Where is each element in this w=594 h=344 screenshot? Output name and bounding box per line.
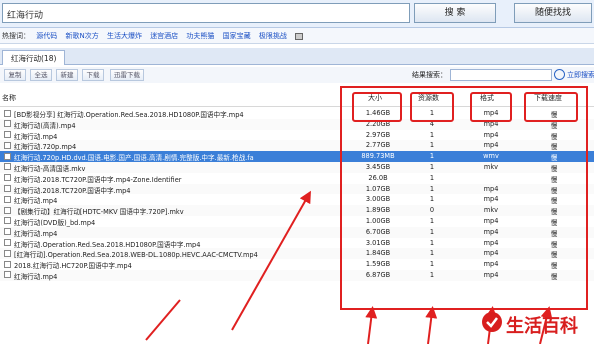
- column-header-name[interactable]: 名称: [2, 93, 16, 103]
- hot-word-link[interactable]: 生活大爆炸: [107, 32, 142, 40]
- row-checkbox[interactable]: [4, 206, 11, 214]
- file-name: [红海行动].Operation.Red.Sea.2018.WEB-DL.108…: [14, 251, 258, 260]
- hot-words-bar: 热搜词： 源代码 新歌N次方 生活大爆炸 迷宫酒店 功夫熊猫 国家宝藏 极限挑战: [0, 28, 594, 44]
- search-input[interactable]: 红海行动: [2, 3, 410, 23]
- row-checkbox[interactable]: [4, 217, 11, 225]
- row-checkbox[interactable]: [4, 141, 11, 149]
- row-checkbox[interactable]: [4, 239, 11, 247]
- row-checkbox[interactable]: [4, 109, 11, 117]
- row-checkbox[interactable]: [4, 195, 11, 203]
- row-checkbox[interactable]: [4, 174, 11, 182]
- file-name: 红海行动.2018.TC720P.国语中字.mp4-Zone.Identifie…: [14, 175, 182, 184]
- row-checkbox[interactable]: [4, 271, 11, 279]
- file-name: 红海行动(高清).mp4: [14, 121, 76, 130]
- file-name: 2018.红海行动.HC720P.国语中字.mp4: [14, 262, 132, 271]
- printer-icon[interactable]: [295, 32, 304, 40]
- file-name: 红海行动.mp4: [14, 272, 58, 281]
- app-window: 红海行动 搜 索 随便找找 热搜词： 源代码 新歌N次方 生活大爆炸 迷宫酒店 …: [0, 0, 594, 344]
- tab-results[interactable]: 红海行动(18): [2, 50, 66, 65]
- thunder-download-button[interactable]: 迅雷下载: [110, 69, 144, 81]
- hot-word-link[interactable]: 极限挑战: [259, 32, 287, 40]
- row-checkbox[interactable]: [4, 249, 11, 257]
- search-bar: 红海行动 搜 索 随便找找: [0, 0, 594, 28]
- hot-word-link[interactable]: 国家宝藏: [223, 32, 251, 40]
- file-name: 红海行动.mp4: [14, 132, 58, 141]
- arrow-to-name-column: [145, 299, 181, 341]
- hot-word-link[interactable]: 源代码: [36, 32, 57, 40]
- row-checkbox[interactable]: [4, 228, 11, 236]
- file-name: 红海行动.720p.mp4: [14, 143, 77, 152]
- tab-strip: 红海行动(18): [0, 48, 594, 65]
- highlight-data-columns: [340, 86, 588, 310]
- watermark-logo-icon: [482, 312, 502, 332]
- select-all-button[interactable]: 全选: [30, 69, 52, 81]
- file-name: 红海行动.720p.HD.dvd.国语.电影.国产.国语.高清.剧情.完整版.中…: [14, 154, 254, 163]
- row-checkbox[interactable]: [4, 163, 11, 171]
- toolbar: 复制 全选 新建 下载 迅雷下载 结果搜索： 立即搜索: [0, 67, 594, 83]
- file-name: 红海行动(DVD版)_bd.mp4: [14, 218, 96, 227]
- file-name: 红海行动-高清国语.mkv: [14, 164, 86, 173]
- file-name: [BD影视分享] 红海行动.Operation.Red.Sea.2018.HD1…: [14, 111, 244, 119]
- copy-button[interactable]: 复制: [4, 69, 26, 81]
- search-button[interactable]: 搜 索: [414, 3, 496, 23]
- hot-word-link[interactable]: 新歌N次方: [65, 32, 98, 40]
- row-checkbox[interactable]: [4, 152, 11, 160]
- random-search-button[interactable]: 随便找找: [514, 3, 592, 23]
- arrow-to-size-column: [365, 306, 378, 344]
- new-button[interactable]: 新建: [56, 69, 78, 81]
- advanced-search-link[interactable]: 立即搜索: [567, 70, 594, 80]
- file-name: 红海行动.mp4: [14, 229, 58, 238]
- file-name: 红海行动.Operation.Red.Sea.2018.HD1080P.国语中字…: [14, 240, 201, 249]
- search-icon[interactable]: [554, 69, 565, 80]
- hot-word-link[interactable]: 迷宫酒店: [150, 32, 178, 40]
- row-checkbox[interactable]: [4, 131, 11, 139]
- arrow-to-sources-column: [425, 306, 438, 344]
- download-button[interactable]: 下载: [82, 69, 104, 81]
- filter-input[interactable]: [450, 69, 552, 81]
- file-name: 红海行动.2018.TC720P.国语中字.mp4: [14, 186, 131, 195]
- row-checkbox[interactable]: [4, 120, 11, 128]
- hot-word-link[interactable]: 功夫熊猫: [186, 32, 214, 40]
- file-name: 红海行动.mp4: [14, 197, 58, 206]
- row-checkbox[interactable]: [4, 185, 11, 193]
- file-name: 【剧集行动】红海行动[HDTC-MKV 国语中字.720P].mkv: [14, 208, 184, 217]
- hot-words-label: 热搜词：: [2, 32, 30, 40]
- watermark-text: 生活百科: [506, 316, 578, 337]
- row-checkbox[interactable]: [4, 260, 11, 268]
- filter-label: 结果搜索：: [412, 71, 447, 79]
